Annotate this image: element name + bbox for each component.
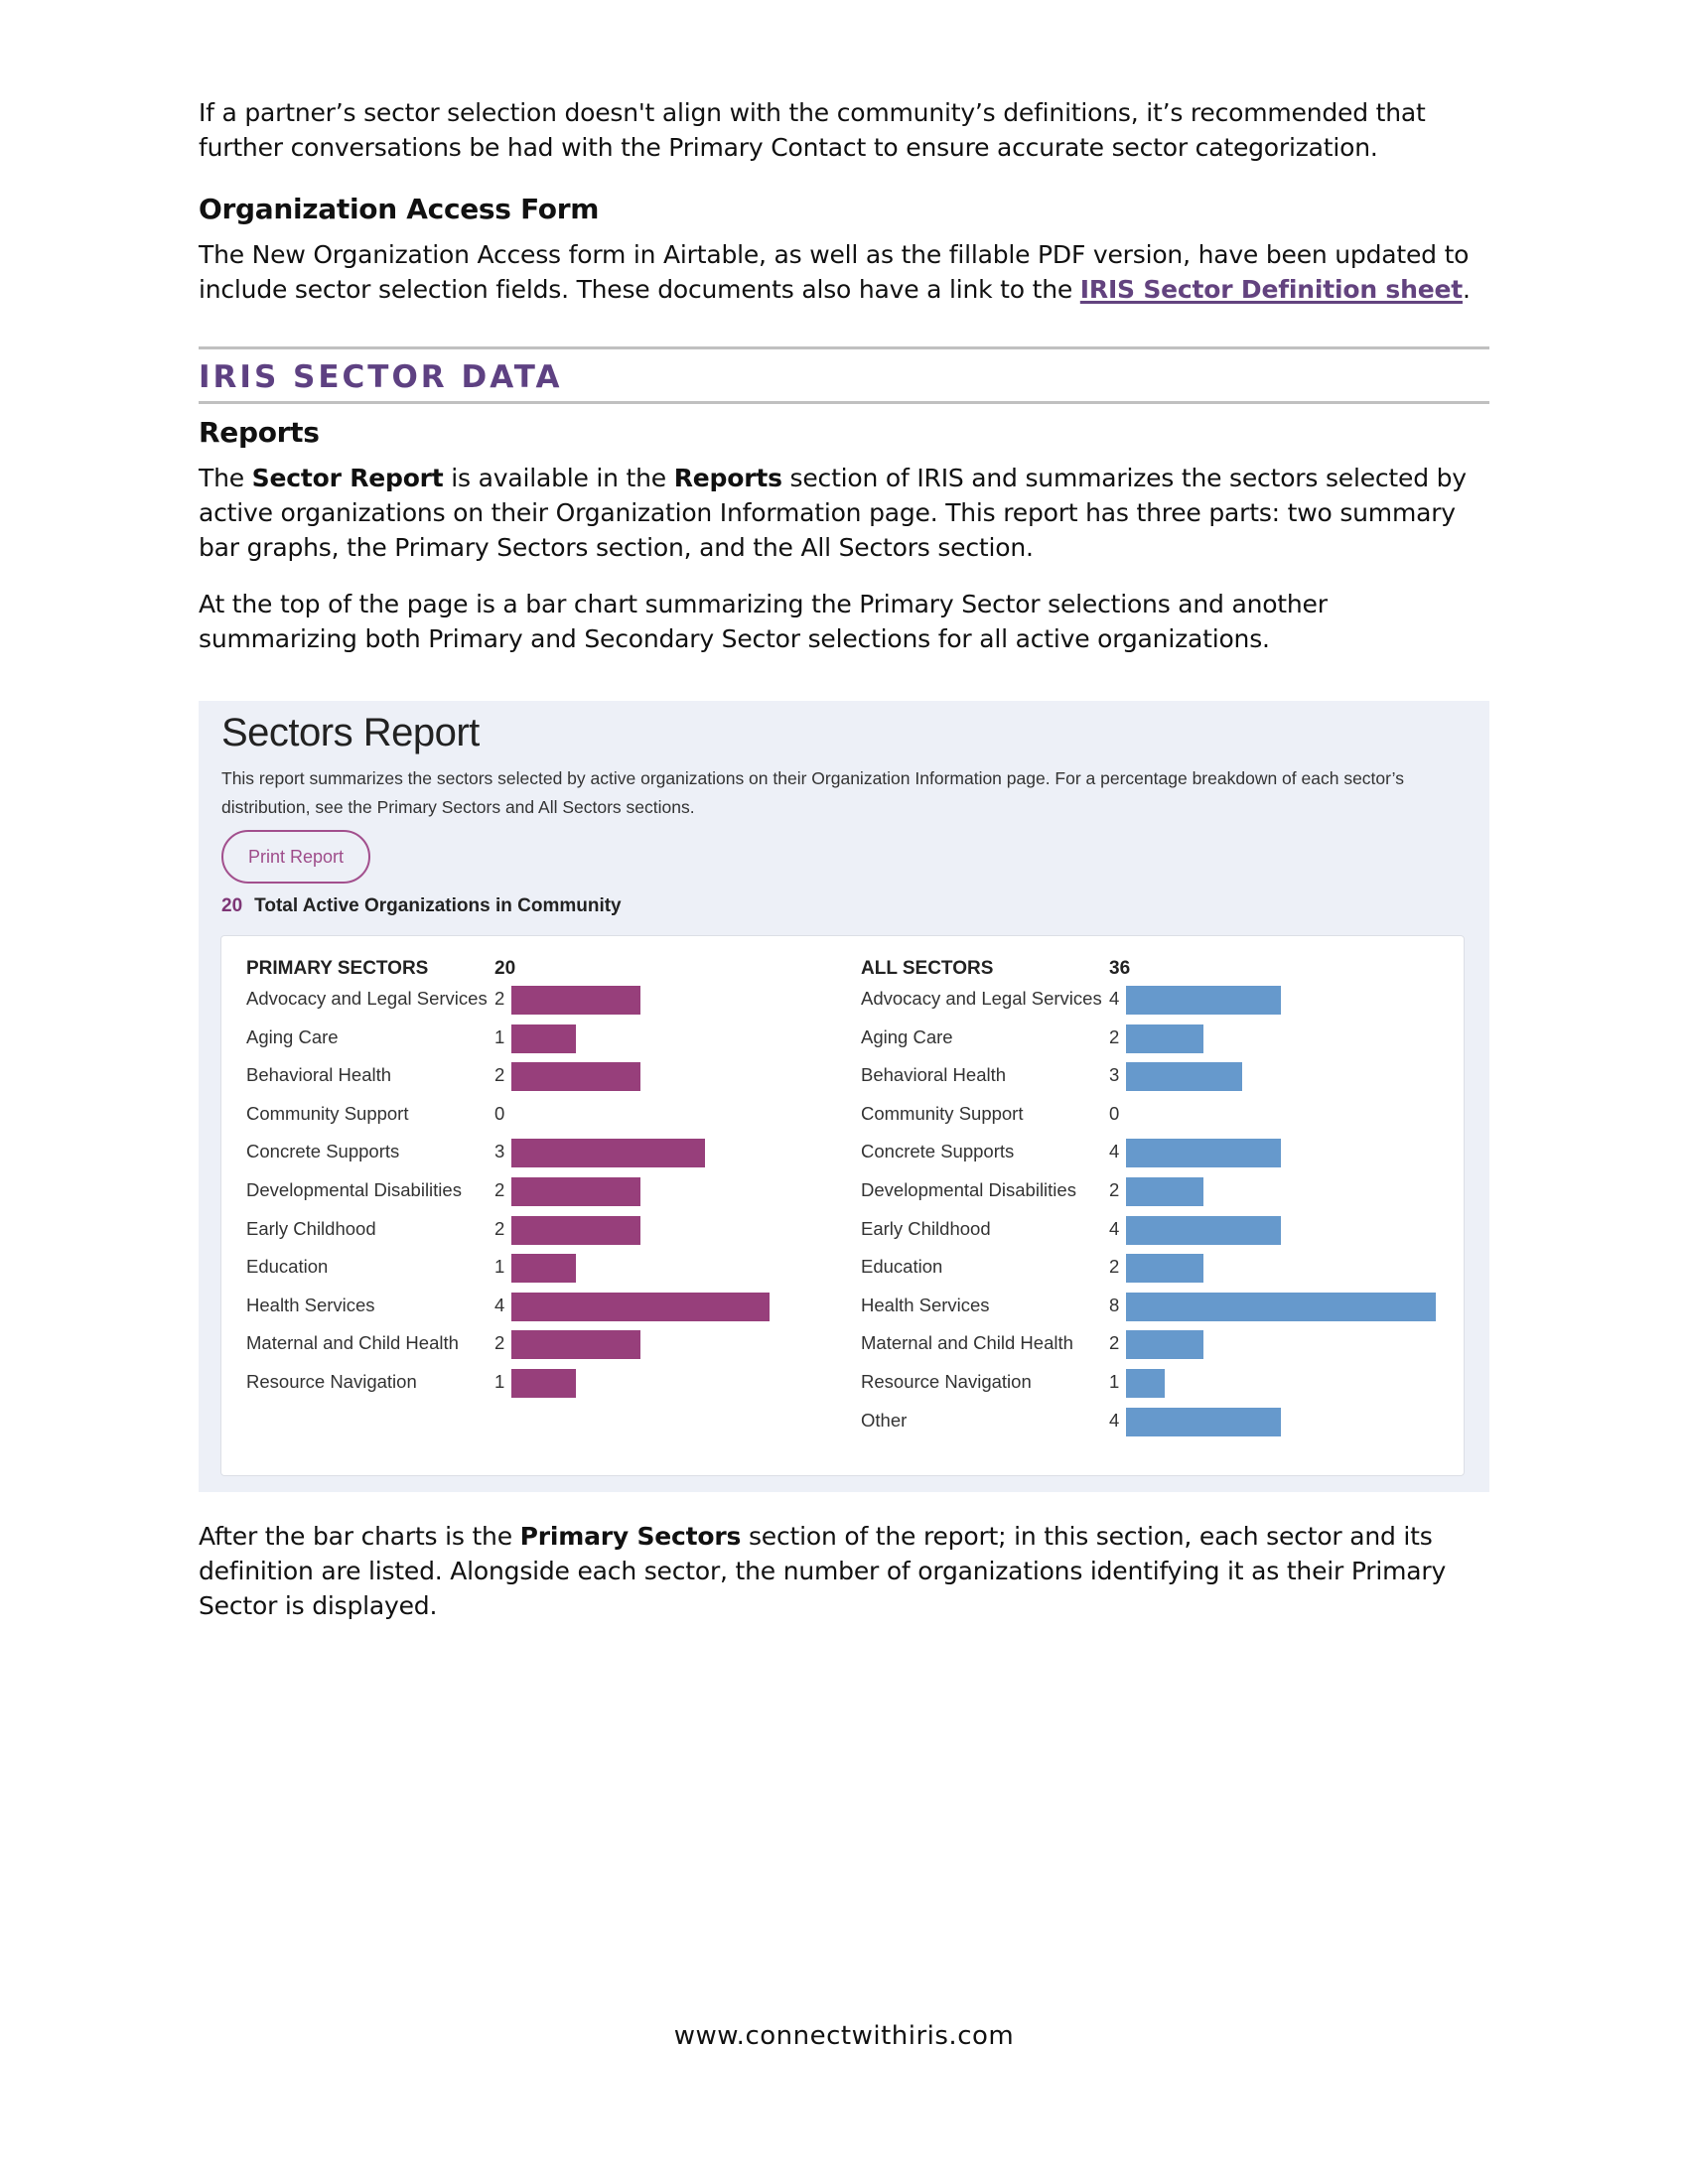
reports-heading: Reports (199, 416, 320, 449)
sectors-report-screenshot: Sectors Report This report summarizes th… (199, 701, 1489, 1492)
bar (511, 1292, 770, 1321)
bar (1126, 1369, 1165, 1398)
bar (1126, 1177, 1203, 1206)
bar (511, 1177, 640, 1206)
bar-value: 4 (1109, 1141, 1120, 1162)
bar-label: Advocacy and Legal Services (246, 988, 488, 1009)
bar (511, 1369, 576, 1398)
bar-label: Behavioral Health (246, 1064, 392, 1086)
bar-label: Concrete Supports (246, 1141, 400, 1162)
bar-label: Education (861, 1256, 943, 1278)
iris-sector-definition-link[interactable]: IRIS Sector Definition sheet (1080, 275, 1463, 304)
report-title: Sectors Report (221, 711, 480, 754)
bar (1126, 1254, 1203, 1284)
bar (511, 1330, 640, 1360)
bar (1126, 1215, 1281, 1245)
bar-value: 3 (494, 1141, 505, 1162)
bar-value: 2 (494, 1064, 505, 1086)
bar (511, 1215, 640, 1245)
bar (1126, 1024, 1203, 1053)
bar-label: Resource Navigation (246, 1371, 417, 1392)
all-sectors-title: ALL SECTORS (861, 958, 994, 979)
footer-url: www.connectwithiris.com (673, 2021, 1015, 2051)
bar-value: 0 (1109, 1102, 1120, 1124)
bar-value: 0 (494, 1102, 505, 1124)
reports-term: Reports (673, 464, 782, 492)
bar (1126, 1292, 1436, 1321)
bar-value: 4 (494, 1294, 505, 1315)
bar-label: Maternal and Child Health (246, 1332, 459, 1354)
bar-value: 1 (494, 1025, 505, 1047)
bar (511, 1139, 705, 1168)
charts-card: PRIMARY SECTORS 20 Advocacy and Legal Se… (220, 935, 1465, 1476)
bar-value: 2 (494, 1217, 505, 1239)
bar-value: 4 (1109, 1409, 1120, 1431)
all-sectors-total: 36 (1109, 958, 1131, 979)
bar (1126, 1407, 1281, 1436)
bar-value: 2 (494, 1179, 505, 1200)
section-title: IRIS SECTOR DATA (199, 359, 563, 395)
bar (1126, 986, 1281, 1015)
primary-sectors-title: PRIMARY SECTORS (246, 958, 429, 979)
bar-value: 2 (1109, 1332, 1120, 1354)
bar-value: 8 (1109, 1294, 1120, 1315)
bar-value: 2 (1109, 1025, 1120, 1047)
bar-value: 1 (1109, 1371, 1120, 1392)
bar (1126, 1062, 1242, 1092)
bar-value: 2 (1109, 1179, 1120, 1200)
document-body-continued: After the bar charts is the Primary Sect… (199, 1519, 1489, 1623)
bar-label: Behavioral Health (861, 1064, 1007, 1086)
document-body: If a partner’s sector selection doesn't … (199, 95, 1489, 656)
bar-label: Developmental Disabilities (861, 1179, 1076, 1200)
bar-label: Health Services (246, 1294, 375, 1315)
bar-label: Aging Care (861, 1025, 953, 1047)
bar-chart-paragraph: At the top of the page is a bar chart su… (199, 590, 1328, 653)
bar (511, 1062, 640, 1092)
bar-value: 4 (1109, 988, 1120, 1009)
bar-label: Aging Care (246, 1025, 339, 1047)
bar-value: 3 (1109, 1064, 1120, 1086)
primary-sectors-term: Primary Sectors (519, 1522, 742, 1551)
bar-label: Resource Navigation (861, 1371, 1032, 1392)
bar-label: Concrete Supports (861, 1141, 1015, 1162)
text: is available in the (443, 464, 674, 492)
report-description: This report summarizes the sectors selec… (221, 768, 1404, 817)
bar (511, 1254, 576, 1284)
bar (1126, 1139, 1281, 1168)
bar-value: 2 (494, 988, 505, 1009)
bar-label: Health Services (861, 1294, 990, 1315)
bar-value: 1 (494, 1256, 505, 1278)
bar-label: Maternal and Child Health (861, 1332, 1073, 1354)
access-form-heading: Organization Access Form (199, 193, 600, 225)
text: After the bar charts is the (199, 1522, 520, 1551)
total-active-organizations: 20 Total Active Organizations in Communit… (221, 895, 622, 917)
bar-label: Education (246, 1256, 329, 1278)
total-label: Total Active Organizations in Community (254, 895, 622, 916)
print-report-button[interactable]: Print Report (221, 830, 370, 884)
bar-label: Advocacy and Legal Services (861, 988, 1102, 1009)
period: . (1462, 275, 1471, 304)
bar-label: Community Support (861, 1102, 1024, 1124)
bar-label: Community Support (246, 1102, 409, 1124)
reports-paragraph: The Sector Report is available in the Re… (199, 461, 1489, 565)
bar (1126, 1330, 1203, 1360)
bar-value: 2 (494, 1332, 505, 1354)
bar (511, 986, 640, 1015)
bar (511, 1024, 576, 1053)
bar-label: Early Childhood (861, 1217, 991, 1239)
total-count: 20 (221, 895, 243, 916)
bar-value: 2 (1109, 1256, 1120, 1278)
text: The (199, 464, 252, 492)
bar-label: Other (861, 1409, 908, 1431)
bar-value: 4 (1109, 1217, 1120, 1239)
section-header: IRIS SECTOR DATA (199, 346, 1489, 404)
primary-sectors-paragraph: After the bar charts is the Primary Sect… (199, 1519, 1489, 1623)
bar-value: 1 (494, 1371, 505, 1392)
primary-sectors-total: 20 (494, 958, 516, 979)
bar-label: Early Childhood (246, 1217, 376, 1239)
access-form-paragraph: The New Organization Access form in Airt… (199, 237, 1489, 307)
sector-report-term: Sector Report (251, 464, 444, 492)
intro-paragraph: If a partner’s sector selection doesn't … (199, 98, 1426, 162)
bar-label: Developmental Disabilities (246, 1179, 462, 1200)
